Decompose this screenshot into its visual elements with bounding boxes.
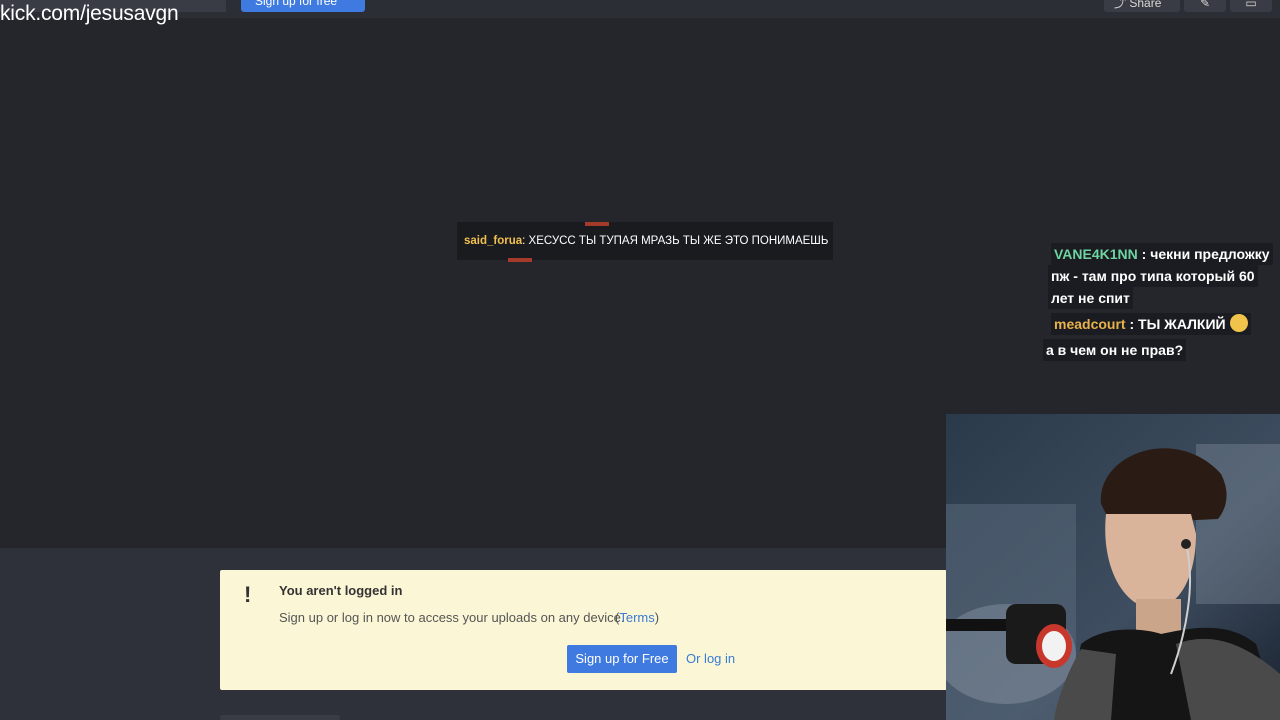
webcam-feed — [946, 414, 1280, 720]
warning-icon: ! — [244, 582, 252, 607]
chat-line: VANE4K1NN : чекни предложку — [1051, 243, 1273, 265]
chat-line: лет не спит — [1048, 287, 1133, 309]
login-link[interactable]: Or log in — [686, 651, 735, 666]
notice-title: You aren't logged in — [279, 583, 403, 598]
terms-wrap: (Terms) — [615, 610, 659, 625]
chat-line: пж - там про типа который 60 — [1048, 265, 1258, 287]
chat-text: : ТЫ ЖАЛКИЙ — [1125, 316, 1226, 332]
edit-button[interactable]: ✎ — [1184, 0, 1226, 12]
chat-username: meadcourt — [1054, 316, 1126, 332]
chat-message-text: : ХЕСУСС ТЫ ТУПАЯ МРАЗЬ ТЫ ЖЕ ЭТО ПОНИМА… — [522, 235, 829, 247]
screen: Sign up for free ⤴ Share ✎ ▭ kick.com/je… — [0, 0, 1280, 720]
chat-text: : чекни предложку — [1137, 246, 1270, 262]
badge-bottom — [508, 258, 532, 262]
chat-text: а в чем он не прав? — [1046, 342, 1184, 358]
stream-watermark: kick.com/jesusavgn — [0, 2, 179, 25]
terms-paren-close: ) — [654, 610, 660, 625]
share-icon: ⤴ — [1114, 0, 1130, 10]
center-chat-row: said_forua: ХЕСУСС ТЫ ТУПАЯ МРАЗЬ ТЫ ЖЕ … — [464, 235, 828, 247]
share-button[interactable]: ⤴ Share — [1104, 0, 1180, 12]
webcam-image — [946, 414, 1280, 720]
notice-message: Sign up or log in now to access your upl… — [279, 610, 625, 625]
chat-text: лет не спит — [1051, 290, 1130, 306]
pencil-icon: ✎ — [1199, 0, 1211, 10]
chat-text: пж - там про типа который 60 — [1051, 268, 1255, 284]
chat-username: said_forua — [464, 235, 523, 247]
share-label: Share — [1129, 0, 1162, 10]
signup-button[interactable]: Sign up for Free — [567, 645, 677, 673]
chat-line: meadcourt : ТЫ ЖАЛКИЙ — [1051, 313, 1251, 335]
top-signup-button[interactable]: Sign up for free — [241, 0, 365, 12]
center-chat-message: said_forua: ХЕСУСС ТЫ ТУПАЯ МРАЗЬ ТЫ ЖЕ … — [457, 222, 833, 262]
trash-icon: ▭ — [1245, 0, 1257, 10]
delete-button[interactable]: ▭ — [1230, 0, 1272, 12]
terms-link[interactable]: Terms — [619, 610, 654, 625]
chat-line: а в чем он не прав? — [1043, 339, 1187, 361]
login-notice: ! You aren't logged in Sign up or log in… — [220, 570, 947, 690]
badge-top — [585, 222, 609, 226]
top-toolbar: Sign up for free ⤴ Share ✎ ▭ — [0, 0, 1280, 18]
emote-icon — [1229, 314, 1248, 332]
chat-username: VANE4K1NN — [1054, 246, 1138, 262]
bottom-button-stub[interactable] — [220, 715, 340, 720]
toolbar-tools: ⤴ Share ✎ ▭ — [1104, 0, 1272, 12]
